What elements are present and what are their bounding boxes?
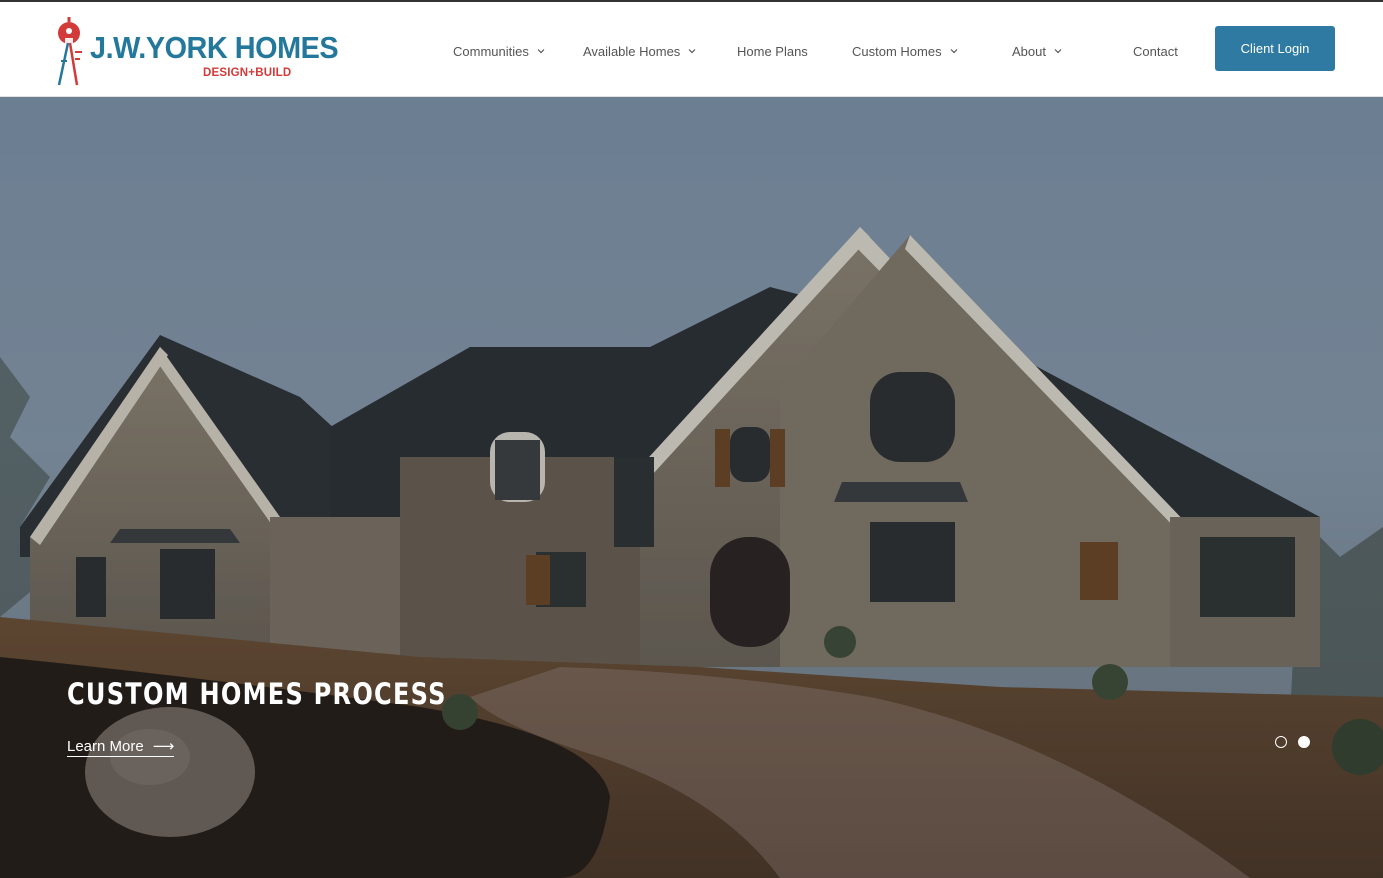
chevron-down-icon xyxy=(688,49,696,54)
site-header: J.W.YORK HOMES DESIGN+BUILD Communities … xyxy=(0,2,1383,97)
nav-item-custom-homes[interactable]: Custom Homes xyxy=(852,41,958,61)
chevron-down-icon xyxy=(537,49,545,54)
nav-item-about[interactable]: About xyxy=(1012,41,1062,61)
nav-label: About xyxy=(1012,43,1046,59)
nav-label: Communities xyxy=(453,43,529,59)
learn-more-label: Learn More xyxy=(67,737,144,755)
nav-item-communities[interactable]: Communities xyxy=(453,41,545,61)
learn-more-link[interactable]: Learn More ⟶ xyxy=(67,737,175,757)
chevron-down-icon xyxy=(1054,49,1062,54)
nav-label: Home Plans xyxy=(737,43,808,59)
arrow-right-icon: ⟶ xyxy=(152,737,175,755)
nav-label: Contact xyxy=(1133,43,1178,59)
chevron-down-icon xyxy=(950,49,958,54)
nav-label: Custom Homes xyxy=(852,43,942,59)
logo-link[interactable]: J.W.YORK HOMES DESIGN+BUILD xyxy=(55,12,339,88)
client-login-button[interactable]: Client Login xyxy=(1215,26,1335,71)
nav-item-home-plans[interactable]: Home Plans xyxy=(737,41,808,61)
nav-label: Available Homes xyxy=(583,43,681,59)
slide-dot-1[interactable] xyxy=(1275,736,1287,748)
hero-image xyxy=(0,97,1383,878)
slide-dot-2[interactable] xyxy=(1298,736,1310,748)
hero-slider: CUSTOM HOMES PROCESS Learn More ⟶ xyxy=(0,97,1383,878)
key-compass-icon xyxy=(57,17,82,86)
nav-item-available-homes[interactable]: Available Homes xyxy=(583,41,696,61)
hero-title: CUSTOM HOMES PROCESS xyxy=(67,677,447,711)
logo-wordmark: J.W.YORK HOMES xyxy=(90,30,339,65)
logo-tagline: DESIGN+BUILD xyxy=(203,67,292,79)
slider-pagination xyxy=(1275,736,1310,748)
nav-item-contact[interactable]: Contact xyxy=(1133,41,1178,61)
